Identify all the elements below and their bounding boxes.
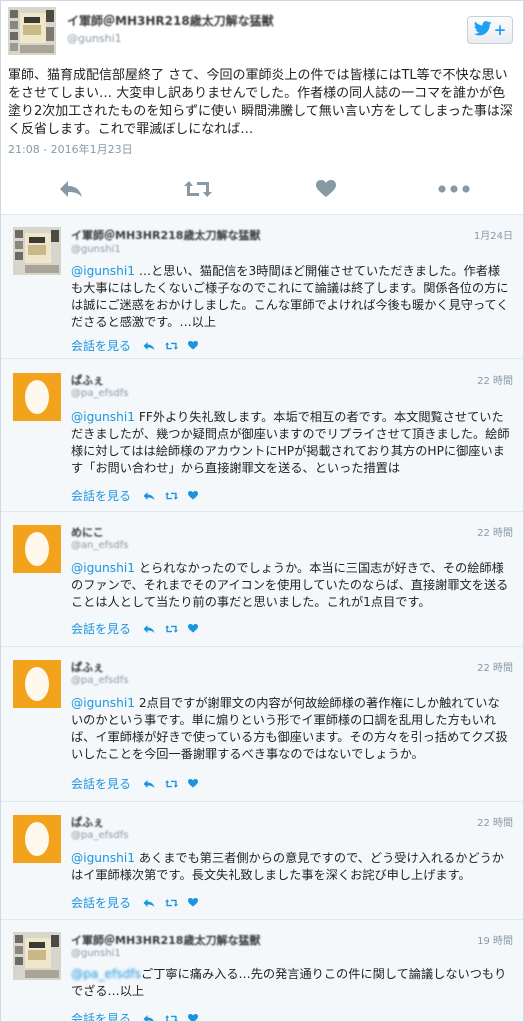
reply-text: @igunshi1 2点目ですが謝罪文の内容が何故絵師様の著作権にしか触れていな… bbox=[71, 695, 511, 763]
like-icon[interactable] bbox=[188, 491, 199, 500]
main-tweet: イ軍師＠MH3HR218歳太刀解な猛獣 @gunshi1 + 軍師、猫育成配信部… bbox=[1, 1, 523, 215]
reply-item[interactable]: ぱふぇ @pa_efsdfs 22 時間 @igunshi1 FF外より失礼致し… bbox=[1, 359, 523, 512]
reply-text: @igunshi1 あくまでも第三者側からの意見ですので、どう受け入れるかどうか… bbox=[71, 850, 511, 884]
follow-plus-label: + bbox=[493, 21, 507, 39]
reply-body: とられなかったのでしょうか。本当に三国志が好きで、その絵師様のファンで、それまで… bbox=[71, 561, 509, 609]
reply-icon[interactable] bbox=[143, 491, 155, 501]
reply-icon[interactable] bbox=[143, 779, 155, 789]
author-avatar[interactable] bbox=[8, 7, 56, 55]
reply-time[interactable]: 22 時間 bbox=[477, 814, 513, 829]
reply-author-name[interactable]: ぱふぇ bbox=[71, 372, 104, 388]
reply-time[interactable]: 22 時間 bbox=[477, 524, 513, 539]
like-icon[interactable] bbox=[188, 898, 199, 907]
reply-time[interactable]: 22 時間 bbox=[477, 372, 513, 387]
reply-author-handle[interactable]: @pa_efsdfs bbox=[71, 675, 128, 686]
reply-avatar[interactable] bbox=[13, 815, 61, 863]
retweet-icon[interactable] bbox=[165, 341, 179, 351]
retweet-icon[interactable] bbox=[165, 779, 179, 789]
tweet-action-bar bbox=[1, 173, 523, 209]
reply-avatar[interactable] bbox=[13, 373, 61, 421]
reply-icon[interactable] bbox=[143, 898, 155, 908]
like-icon[interactable] bbox=[188, 624, 199, 633]
reply-time[interactable]: 22 時間 bbox=[477, 659, 513, 674]
view-conversation-link[interactable]: 会話を見る bbox=[71, 337, 131, 354]
reply-avatar[interactable] bbox=[13, 932, 61, 980]
reply-body: あくまでも第三者側からの意見ですので、どう受け入れるかどうかはイ軍師様次第です。… bbox=[71, 851, 504, 882]
retweet-icon[interactable] bbox=[165, 898, 179, 908]
reply-author-handle[interactable]: @gunshi1 bbox=[71, 244, 121, 255]
reply-author-handle[interactable]: @pa_efsdfs bbox=[71, 830, 128, 841]
reply-footer: 会話を見る bbox=[71, 894, 199, 911]
reply-item[interactable]: ぱふぇ @pa_efsdfs 22 時間 @igunshi1 あくまでも第三者側… bbox=[1, 802, 523, 920]
reply-icon[interactable] bbox=[143, 624, 155, 634]
reply-text: @igunshi1 とられなかったのでしょうか。本当に三国志が好きで、その絵師様… bbox=[71, 560, 511, 611]
view-conversation-link[interactable]: 会話を見る bbox=[71, 1010, 131, 1021]
reply-author-name[interactable]: ぱふぇ bbox=[71, 814, 104, 830]
reply-text: @pa_efsdfsご丁寧に痛み入る…先の発言通りこの件に関して論議しないつもり… bbox=[71, 966, 511, 1000]
reply-author-handle[interactable]: @an_efsdfs bbox=[71, 540, 128, 551]
like-icon[interactable] bbox=[188, 341, 199, 350]
reply-time[interactable]: 19 時間 bbox=[477, 932, 513, 947]
reply-icon[interactable] bbox=[143, 1014, 155, 1021]
view-conversation-link[interactable]: 会話を見る bbox=[71, 894, 131, 911]
reply-mention[interactable]: @pa_efsdfs bbox=[71, 967, 141, 981]
reply-time[interactable]: 1月24日 bbox=[474, 227, 513, 242]
reply-author-name[interactable]: ぱふぇ bbox=[71, 659, 104, 675]
reply-mention[interactable]: @igunshi1 bbox=[71, 264, 135, 278]
reply-text: @igunshi1 FF外より失礼致します。本垢で相互の者です。本文閲覧させてい… bbox=[71, 409, 511, 477]
retweet-icon[interactable] bbox=[165, 1014, 179, 1021]
reply-mention[interactable]: @igunshi1 bbox=[71, 410, 135, 424]
reply-body: …と思い、猫配信を3時間ほど開催させていただきました。作者様も大事にはしたくない… bbox=[71, 264, 509, 329]
view-conversation-link[interactable]: 会話を見る bbox=[71, 620, 131, 637]
reply-author-name[interactable]: イ軍師＠MH3HR218歳太刀解な猛獣 bbox=[71, 932, 260, 948]
like-icon[interactable] bbox=[313, 177, 339, 201]
twitter-bird-icon bbox=[473, 20, 492, 40]
reply-footer: 会話を見る bbox=[71, 337, 199, 354]
reply-mention[interactable]: @igunshi1 bbox=[71, 696, 135, 710]
reply-avatar[interactable] bbox=[13, 660, 61, 708]
view-conversation-link[interactable]: 会話を見る bbox=[71, 775, 131, 792]
reply-avatar[interactable] bbox=[13, 525, 61, 573]
author-name[interactable]: イ軍師＠MH3HR218歳太刀解な猛獣 bbox=[67, 12, 274, 29]
reply-mention[interactable]: @igunshi1 bbox=[71, 561, 135, 575]
reply-mention[interactable]: @igunshi1 bbox=[71, 851, 135, 865]
retweet-icon[interactable] bbox=[183, 177, 213, 201]
reply-icon[interactable] bbox=[56, 177, 86, 201]
reply-footer: 会話を見る bbox=[71, 620, 199, 637]
reply-body: FF外より失礼致します。本垢で相互の者です。本文閲覧させていただきましたが、幾つ… bbox=[71, 410, 510, 475]
reply-avatar[interactable] bbox=[13, 227, 61, 275]
reply-item[interactable]: イ軍師＠MH3HR218歳太刀解な猛獣 @gunshi1 1月24日 @igun… bbox=[1, 215, 523, 359]
reply-icon[interactable] bbox=[143, 341, 155, 351]
reply-footer: 会話を見る bbox=[71, 487, 199, 504]
reply-item[interactable]: ぱふぇ @pa_efsdfs 22 時間 @igunshi1 2点目ですが謝罪文… bbox=[1, 647, 523, 802]
reply-item[interactable]: イ軍師＠MH3HR218歳太刀解な猛獣 @gunshi1 19 時間 @pa_e… bbox=[1, 920, 523, 1021]
more-icon[interactable] bbox=[437, 177, 471, 201]
reply-text: @igunshi1 …と思い、猫配信を3時間ほど開催させていただきました。作者様… bbox=[71, 263, 511, 331]
like-icon[interactable] bbox=[188, 1014, 199, 1021]
reply-footer: 会話を見る bbox=[71, 1010, 199, 1021]
reply-list: イ軍師＠MH3HR218歳太刀解な猛獣 @gunshi1 1月24日 @igun… bbox=[1, 215, 523, 1021]
reply-author-handle[interactable]: @pa_efsdfs bbox=[71, 388, 128, 399]
retweet-icon[interactable] bbox=[165, 624, 179, 634]
reply-author-name[interactable]: めにこ bbox=[71, 524, 104, 540]
reply-item[interactable]: めにこ @an_efsdfs 22 時間 @igunshi1 とられなかったので… bbox=[1, 512, 523, 647]
tweet-text: 軍師、猫育成配信部屋終了 さて、今回の軍師炎上の件では皆様にはTL等で不快な思い… bbox=[8, 68, 513, 137]
reply-body: 2点目ですが謝罪文の内容が何故絵師様の著作権にしか触れていないのかという事です。… bbox=[71, 696, 508, 761]
reply-footer: 会話を見る bbox=[71, 775, 199, 792]
reply-author-name[interactable]: イ軍師＠MH3HR218歳太刀解な猛獣 bbox=[71, 227, 260, 243]
like-icon[interactable] bbox=[188, 779, 199, 788]
view-conversation-link[interactable]: 会話を見る bbox=[71, 487, 131, 504]
author-handle[interactable]: @gunshi1 bbox=[67, 32, 122, 45]
retweet-icon[interactable] bbox=[165, 491, 179, 501]
tweet-detail-window: イ軍師＠MH3HR218歳太刀解な猛獣 @gunshi1 + 軍師、猫育成配信部… bbox=[0, 0, 524, 1022]
reply-author-handle[interactable]: @gunshi1 bbox=[71, 948, 121, 959]
follow-button[interactable]: + bbox=[467, 16, 513, 44]
tweet-timestamp[interactable]: 21:08 - 2016年1月23日 bbox=[8, 141, 133, 157]
